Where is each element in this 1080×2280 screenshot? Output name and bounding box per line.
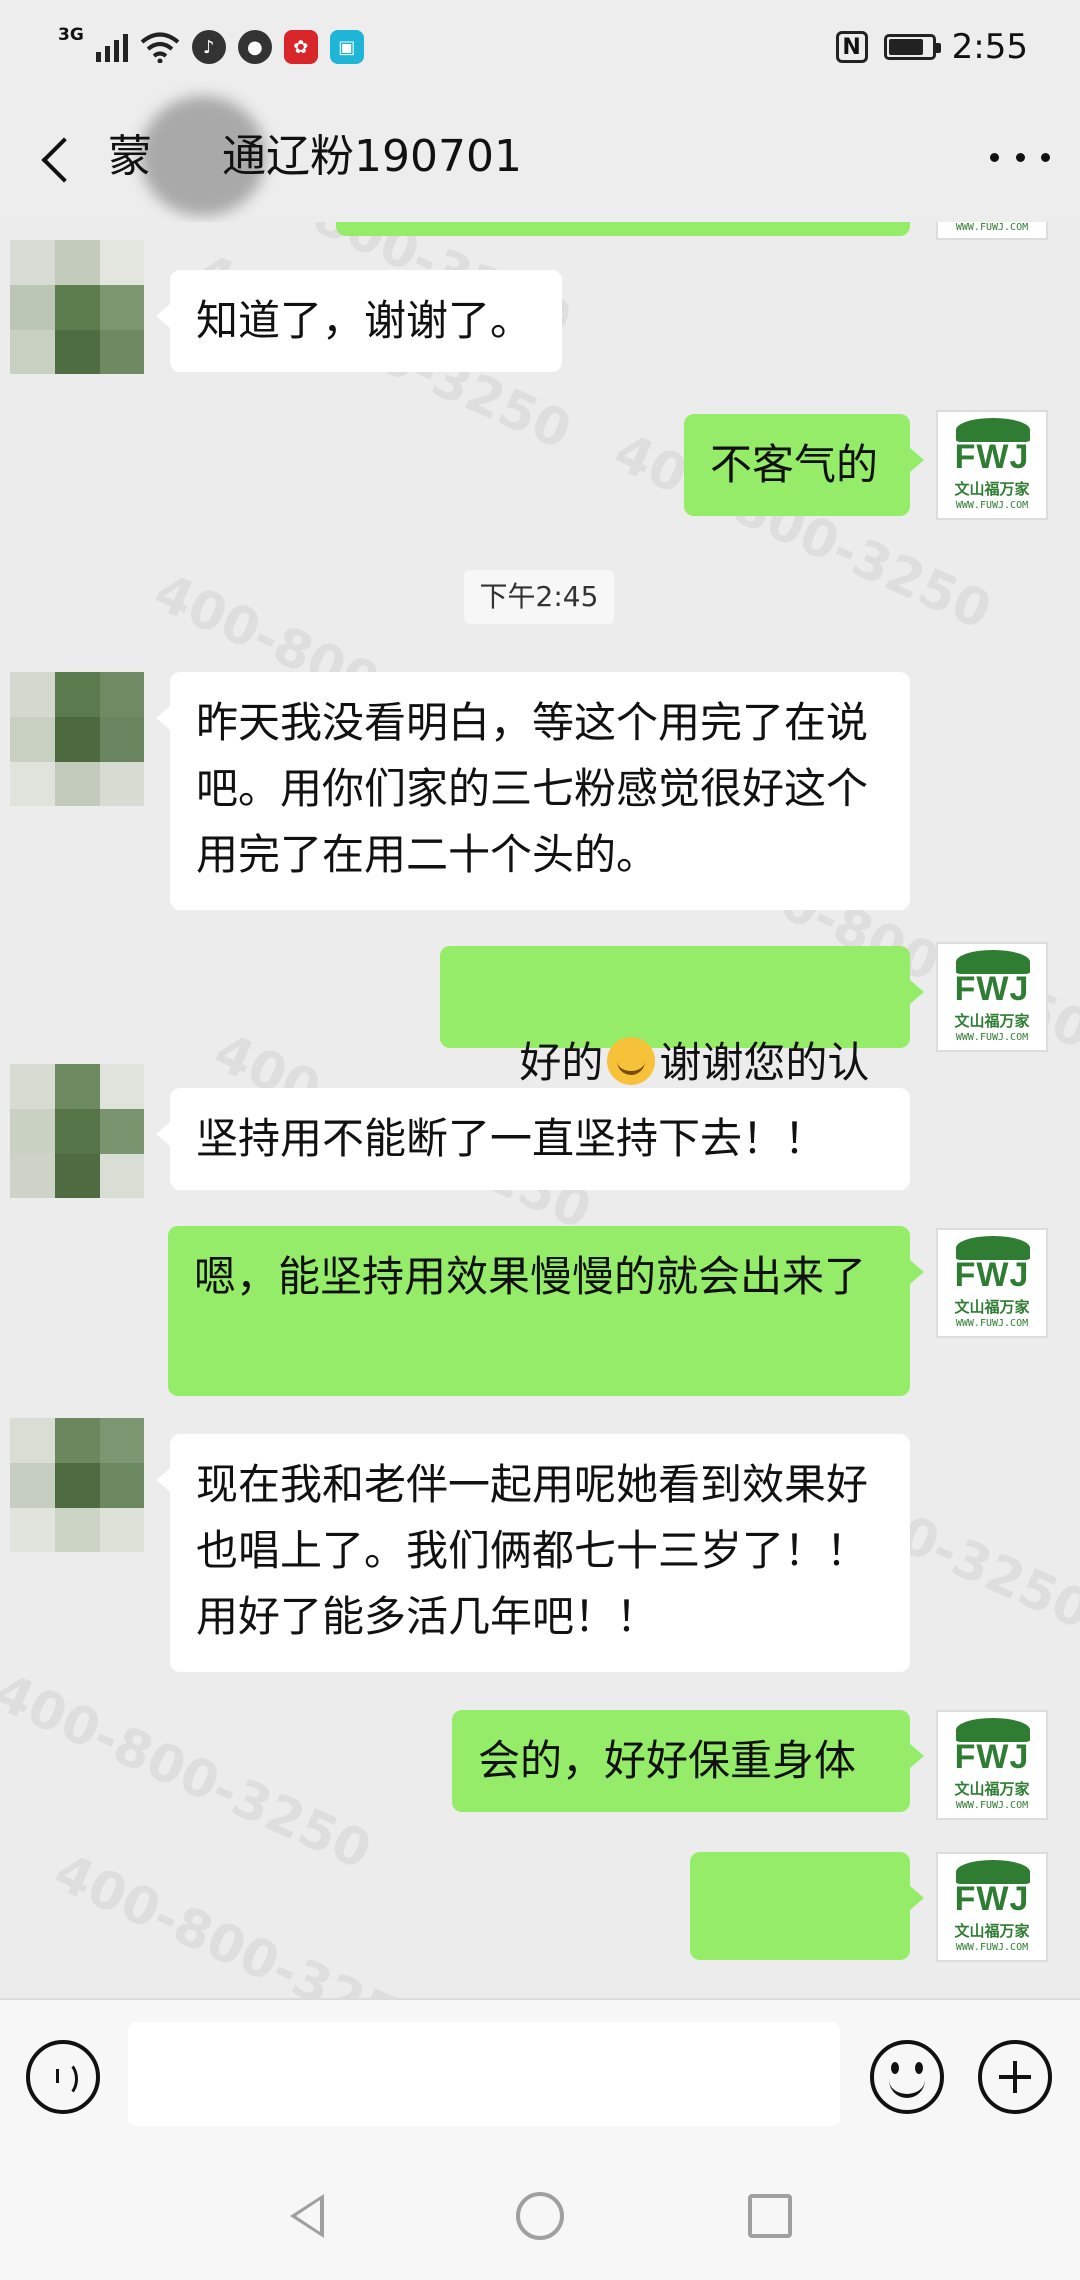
message-bubble-out[interactable]: 好的谢谢您的认可 [440, 946, 924, 1153]
battery-icon [883, 34, 941, 60]
contact-avatar[interactable] [10, 672, 144, 806]
fwj-logo-text: FWJ [954, 1738, 1030, 1776]
message-bubble-out[interactable] [690, 1852, 924, 1960]
fwj-sub-text: 文山福万家 [954, 480, 1030, 498]
status-time: 2:55 [951, 27, 1028, 67]
fwj-sub-text: 文山福万家 [954, 1780, 1030, 1798]
message-bubble-out[interactable]: 嗯，能坚持用效果慢慢的就会出来了 [168, 1226, 924, 1396]
title-bar: 蒙 通辽粉190701 [0, 92, 1080, 222]
more-functions-button[interactable] [978, 2040, 1052, 2114]
message-input[interactable] [128, 2022, 840, 2126]
fwj-url-text: WWW.FUWJ.COM [955, 1318, 1029, 1329]
back-button[interactable] [30, 122, 90, 192]
fwj-avatar[interactable]: WWW.FUWJ.COM [936, 222, 1048, 240]
nav-recent-apps-icon[interactable] [748, 2194, 792, 2238]
wifi-icon [140, 32, 180, 63]
message-bubble-out[interactable]: 不客气的 [684, 414, 924, 516]
contact-avatar[interactable] [10, 240, 144, 374]
message-bubble-in[interactable]: 知道了，谢谢了。 [156, 270, 562, 372]
more-options-button[interactable] [990, 144, 1050, 170]
fwj-logo-text: FWJ [954, 438, 1030, 476]
fwj-avatar[interactable]: FWJ 文山福万家 WWW.FUWJ.COM [936, 942, 1048, 1052]
fwj-url-text: WWW.FUWJ.COM [955, 222, 1029, 233]
fwj-logo-text: FWJ [954, 1256, 1030, 1294]
signal-icon [95, 32, 128, 62]
status-right: N 2:55 [835, 22, 1028, 72]
chat-title-fragment-end: 通辽粉190701 [222, 131, 522, 182]
message-bubble-in[interactable]: 现在我和老伴一起用呢她看到效果好也唱上了。我们俩都七十三岁了！！用好了能多活几年… [156, 1434, 910, 1672]
voice-input-button[interactable] [26, 2040, 100, 2114]
time-divider: 下午2:45 [464, 570, 614, 624]
message-bubble-in[interactable]: 坚持用不能断了一直坚持下去！！ [156, 1088, 910, 1190]
chat-area[interactable]: 400-800-3250 400-800-3250 400-800-3250 4… [0, 222, 1080, 1998]
fwj-avatar[interactable]: FWJ 文山福万家 WWW.FUWJ.COM [936, 1852, 1048, 1962]
nav-home-icon[interactable] [516, 2192, 564, 2240]
contact-avatar[interactable] [10, 1418, 144, 1552]
nav-back-icon[interactable] [290, 2194, 324, 2238]
fwj-url-text: WWW.FUWJ.COM [955, 1800, 1029, 1811]
battery-fill [888, 39, 923, 55]
fwj-url-text: WWW.FUWJ.COM [955, 500, 1029, 511]
fwj-avatar[interactable]: FWJ 文山福万家 WWW.FUWJ.COM [936, 410, 1048, 520]
voice-app-icon: ♪ [191, 30, 226, 64]
fwj-logo-text: FWJ [954, 970, 1030, 1008]
fwj-sub-text: 文山福万家 [954, 1012, 1030, 1030]
fwj-url-text: WWW.FUWJ.COM [955, 1942, 1029, 1953]
nfc-icon: N [835, 31, 868, 63]
fwj-sub-text: 文山福万家 [954, 1922, 1030, 1940]
emoji-button[interactable] [870, 2040, 944, 2114]
input-bar [0, 1998, 1080, 2154]
chat-title[interactable]: 蒙 通辽粉190701 [108, 122, 522, 192]
fwj-logo-text: FWJ [954, 1880, 1030, 1918]
wechat-icon: ● [237, 30, 272, 64]
message-bubble-in[interactable]: 昨天我没看明白，等这个用完了在说吧。用你们家的三七粉感觉很好这个用完了在用二十个… [156, 672, 910, 910]
message-bubble-out[interactable]: 会的，好好保重身体 [452, 1710, 924, 1812]
fwj-avatar[interactable]: FWJ 文山福万家 WWW.FUWJ.COM [936, 1710, 1048, 1820]
message-bubble-out-partial[interactable] [336, 222, 910, 236]
chat-title-fragment-start: 蒙 [108, 131, 152, 182]
fwj-url-text: WWW.FUWJ.COM [955, 1032, 1029, 1043]
system-nav-bar [0, 2152, 1080, 2280]
watermark: 400-800-3250 [0, 1662, 380, 1882]
fwj-avatar[interactable]: FWJ 文山福万家 WWW.FUWJ.COM [936, 1228, 1048, 1338]
status-bar: 3G ♪ ● ✿ ▣ N 2:55 [0, 0, 1080, 92]
fwj-sub-text: 文山福万家 [954, 1298, 1030, 1316]
smiling-face-emoji-icon [607, 1037, 656, 1085]
contact-avatar[interactable] [10, 1064, 144, 1198]
notes-app-icon: ▣ [329, 30, 364, 64]
watermark: 400-800-3250 [45, 1842, 440, 1998]
huawei-app-icon: ✿ [283, 30, 318, 64]
network-type: 3G [58, 25, 84, 45]
message-text: 好的 [519, 1038, 604, 1087]
status-left: 3G ♪ ● ✿ ▣ [58, 22, 364, 72]
